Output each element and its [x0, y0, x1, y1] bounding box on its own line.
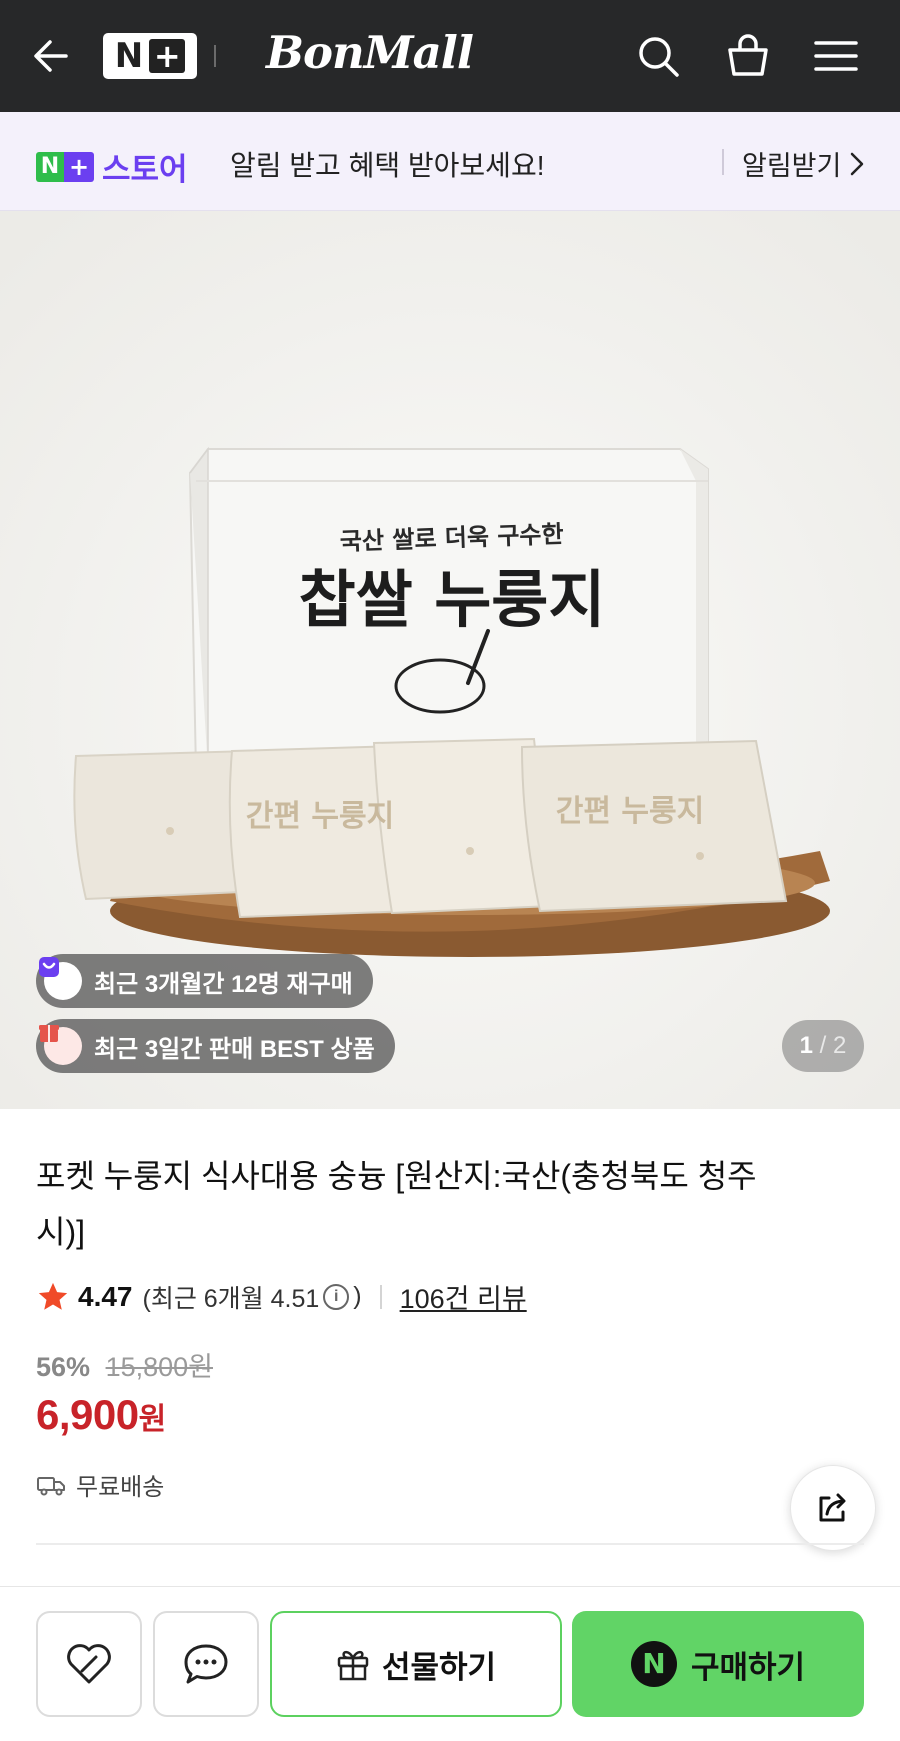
cart-button[interactable]	[724, 32, 772, 80]
notice-message: 알림 받고 혜택 받아보세요!	[230, 150, 545, 181]
store-notification-banner: N + 스토어 알림 받고 혜택 받아보세요! 알림받기	[0, 112, 900, 211]
back-button[interactable]	[30, 34, 74, 78]
info-icon[interactable]: i	[323, 1283, 350, 1310]
arrow-left-icon	[34, 40, 68, 72]
notice-divider	[722, 149, 724, 175]
product-title: 포켓 누룽지 식사대용 숭늉 [원산지:국산(충청북도 청주시)]	[36, 1158, 757, 1250]
discount-row: 56% 15,800원	[36, 1345, 213, 1384]
pouch-label-2: 간편 누룽지	[556, 794, 704, 829]
best-seller-badge: 최근 3일간 판매 BEST 상품	[36, 1019, 395, 1073]
best-seller-badge-label: 최근 3일간 판매 BEST 상품	[94, 1035, 375, 1063]
product-image-gallery[interactable]: 국산 쌀로 더욱 구수한 찹쌀 누룽지 간편 누룽지 간편 누룽지 최근 3개월…	[0, 211, 900, 1109]
sale-price: 6,900원	[36, 1391, 167, 1438]
search-icon	[639, 37, 679, 77]
chevron-right-icon	[851, 152, 864, 175]
gift-button[interactable]: 선물하기	[270, 1611, 562, 1717]
repurchase-bag-icon	[39, 957, 82, 1000]
pouch-label-1: 간편 누룽지	[246, 799, 394, 834]
share-button[interactable]	[790, 1465, 876, 1551]
review-count-link[interactable]: 106건 리뷰	[400, 1277, 527, 1316]
rating-value: 4.47	[78, 1280, 133, 1312]
shipping-info: 무료배송	[36, 1467, 164, 1502]
bottom-action-bar: 선물하기 N 구매하기	[0, 1586, 900, 1741]
chat-bubble-icon	[184, 1644, 228, 1684]
heart-icon	[67, 1644, 111, 1684]
shipping-label: 무료배송	[76, 1474, 165, 1501]
search-button[interactable]	[634, 32, 682, 80]
buy-button-label: 구매하기	[690, 1649, 806, 1685]
brand-logo[interactable]: BonMall	[266, 26, 474, 79]
nplus-store-logo: N + 스토어	[36, 144, 188, 189]
image-pager: 1 / 2	[782, 1020, 864, 1072]
section-divider	[36, 1543, 864, 1545]
buy-button[interactable]: N 구매하기	[572, 1611, 864, 1717]
star-icon	[38, 1282, 68, 1310]
rating-row: 4.47 (최근 6개월 4.51 i ) 106건 리뷰	[36, 1277, 527, 1316]
nplus-logo[interactable]: N +	[103, 33, 197, 79]
header-divider	[214, 45, 216, 67]
recent-rating: (최근 6개월 4.51 i )	[142, 1282, 362, 1313]
subscribe-alert-button[interactable]: 알림받기	[742, 144, 865, 183]
share-icon	[819, 1493, 846, 1522]
npay-icon: N	[630, 1641, 677, 1687]
pouch-group: 간편 누룽지 간편 누룽지	[73, 737, 788, 919]
gift-button-label: 선물하기	[381, 1649, 497, 1685]
wishlist-button[interactable]	[36, 1611, 142, 1717]
box-title-text: 찹쌀 누룽지	[299, 563, 606, 636]
delivery-truck-icon	[37, 1476, 65, 1495]
gift-icon	[337, 1650, 369, 1681]
hamburger-menu-icon	[814, 41, 858, 71]
shopping-basket-icon	[728, 34, 768, 76]
original-price: 15,800원	[105, 1352, 213, 1382]
top-header: N + BonMall	[0, 0, 900, 112]
gift-box-icon	[39, 1025, 82, 1065]
discount-percent: 56%	[36, 1352, 91, 1382]
chat-button[interactable]	[153, 1611, 259, 1717]
repurchase-badge: 최근 3개월간 12명 재구매	[36, 954, 373, 1008]
repurchase-badge-label: 최근 3개월간 12명 재구매	[94, 970, 353, 998]
rating-divider	[379, 1284, 382, 1309]
menu-button[interactable]	[812, 32, 860, 80]
